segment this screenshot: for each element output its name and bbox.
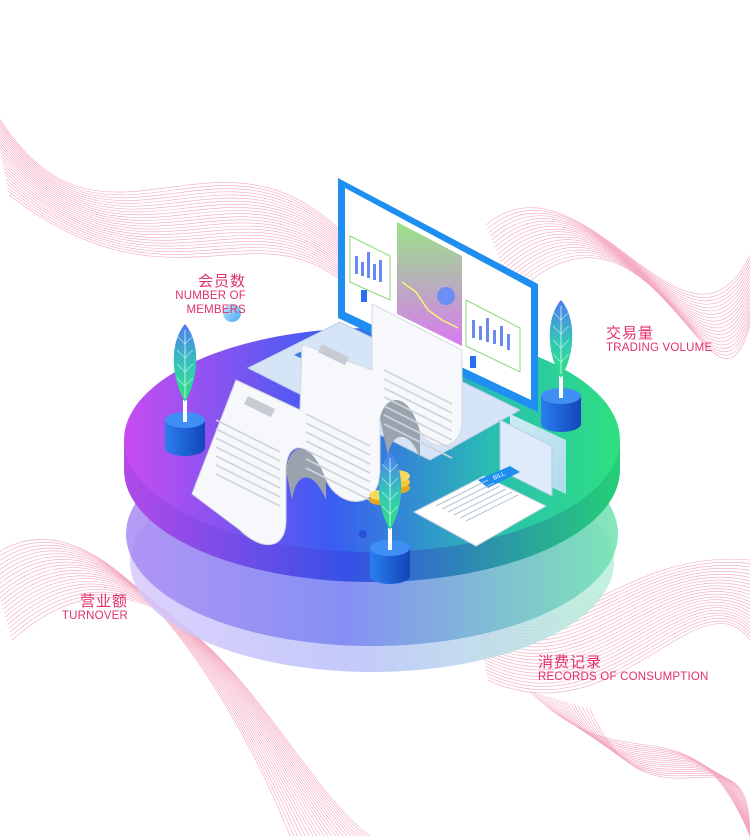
wave-line	[553, 698, 750, 836]
screen-blue-block	[361, 290, 367, 302]
wave-line	[577, 705, 750, 836]
dark-dot-decoration	[359, 530, 367, 538]
screen-blue-block-2	[470, 356, 476, 368]
plant-stem	[559, 376, 563, 398]
wave-line	[565, 701, 750, 836]
wave-line	[573, 704, 750, 836]
label-members-cn: 会员数	[197, 272, 246, 290]
wave-line	[0, 128, 375, 277]
user-avatar-icon	[437, 287, 455, 305]
wave-line	[549, 696, 750, 836]
label-members-en: NUMBER OF MEMBERS	[175, 290, 246, 316]
wave-line	[500, 234, 750, 329]
wave-line	[589, 708, 750, 836]
label-turnover-en: TURNOVER	[61, 610, 128, 622]
plant-stem	[183, 400, 187, 422]
label-trading-volume: 交易量 TRADING VOLUME	[606, 324, 712, 356]
label-records-of-consumption: 消费记录 RECORDS OF CONSUMPTION	[538, 653, 709, 685]
wave-line	[0, 125, 374, 274]
wave-line	[502, 236, 750, 332]
wave-line	[0, 139, 378, 290]
label-consumption-cn: 消费记录	[538, 653, 603, 671]
wave-line	[545, 695, 750, 836]
wave-line	[0, 118, 372, 265]
label-turnover-cn: 营业额	[79, 592, 128, 610]
wave-line	[503, 239, 750, 336]
label-number-of-members: 会员数 NUMBER OF MEMBERS	[116, 272, 246, 318]
label-consumption-en: RECORDS OF CONSUMPTION	[538, 671, 709, 683]
illustration-scene: BILL	[0, 118, 750, 836]
label-trading-en: TRADING VOLUME	[606, 342, 713, 354]
wave-line	[585, 707, 750, 836]
label-trading-cn: 交易量	[606, 324, 655, 342]
label-turnover: 营业额 TURNOVER	[58, 592, 128, 624]
plant-stem	[388, 528, 392, 550]
